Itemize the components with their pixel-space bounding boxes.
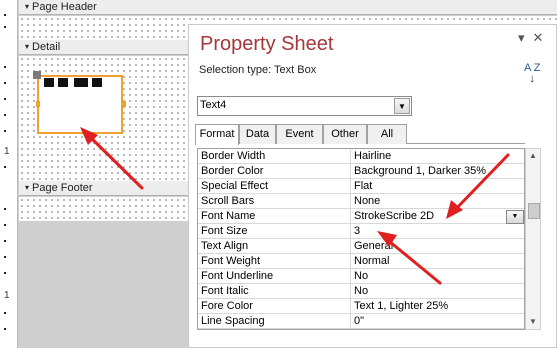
property-value[interactable]: 3 — [354, 225, 524, 237]
property-value[interactable]: Text 1, Lighter 25% — [354, 300, 524, 312]
property-name: Special Effect — [201, 180, 269, 192]
property-row[interactable]: Line Spacing 0" — [198, 314, 524, 329]
property-value[interactable]: Background 1, Darker 35% — [354, 165, 524, 177]
page-header-band[interactable]: ▾ Page Header — [19, 0, 557, 15]
property-name: Font Name — [201, 210, 256, 222]
ruler-tick — [4, 130, 6, 132]
property-grid-scrollbar[interactable]: ▲ ▼ — [525, 148, 541, 330]
property-value[interactable]: Normal — [354, 255, 524, 267]
ruler-tick — [4, 312, 6, 314]
ruler-tick — [4, 166, 6, 168]
property-row[interactable]: Font Underline No — [198, 269, 524, 284]
property-value[interactable]: 0" — [354, 315, 524, 327]
ruler-tick — [4, 98, 6, 100]
band-chevron-icon: ▾ — [25, 183, 30, 192]
band-chevron-icon: ▾ — [25, 2, 30, 11]
property-value[interactable]: Flat — [354, 180, 524, 192]
property-row[interactable]: Font Weight Normal — [198, 254, 524, 269]
property-value[interactable]: Hairline — [354, 150, 524, 162]
ruler-tick — [4, 240, 6, 242]
property-name: Line Spacing — [201, 315, 265, 327]
property-name: Font Weight — [201, 255, 261, 267]
ruler-tick — [4, 272, 6, 274]
tab-event[interactable]: Event — [276, 124, 323, 144]
scroll-up-icon[interactable]: ▲ — [526, 149, 540, 163]
sort-az-icon[interactable]: A Z ↓ — [524, 63, 541, 85]
property-row[interactable]: Text Align General — [198, 239, 524, 254]
ruler-tick — [4, 224, 6, 226]
ruler-tick — [4, 328, 6, 330]
sort-arrow-icon: ↓ — [529, 71, 536, 85]
chevron-down-icon[interactable]: ▼ — [394, 98, 410, 114]
ruler-number: 1 — [4, 290, 10, 301]
property-name: Font Underline — [201, 270, 274, 282]
close-icon[interactable]: ✕ — [533, 30, 544, 45]
barcode-preview — [44, 78, 102, 87]
resize-handle[interactable] — [36, 101, 40, 107]
scroll-thumb[interactable] — [528, 203, 540, 219]
property-sheet-title: Property Sheet — [200, 33, 334, 55]
detail-label: Detail — [32, 41, 61, 53]
property-value[interactable]: No — [354, 285, 524, 297]
chevron-down-icon[interactable]: ▾ — [518, 30, 525, 45]
property-row-font-name[interactable]: Font Name StrokeScribe 2D ▼ — [198, 209, 524, 224]
resize-handle[interactable] — [121, 101, 126, 107]
property-row[interactable]: Font Italic No — [198, 284, 524, 299]
ruler-tick — [4, 208, 6, 210]
property-name: Font Italic — [201, 285, 249, 297]
ruler-tick — [4, 14, 6, 16]
selection-type-label: Selection type: Text Box — [199, 64, 317, 76]
control-selector[interactable] — [197, 96, 412, 116]
move-handle[interactable] — [33, 71, 41, 79]
ruler-tick — [4, 82, 6, 84]
property-name: Text Align — [201, 240, 249, 252]
property-value[interactable]: General — [354, 240, 524, 252]
control-selector-value: Text4 — [200, 99, 227, 111]
property-row[interactable]: Scroll Bars None — [198, 194, 524, 209]
property-row[interactable]: Border Width Hairline — [198, 149, 524, 164]
tab-data[interactable]: Data — [239, 124, 276, 144]
band-chevron-icon: ▾ — [25, 42, 30, 51]
chevron-down-icon[interactable]: ▼ — [506, 210, 524, 224]
property-name: Fore Color — [201, 300, 253, 312]
ruler-number: 1 — [4, 146, 10, 157]
ruler-tick — [4, 66, 6, 68]
pane-controls: ▾ ✕ — [510, 30, 543, 46]
ruler-tick — [4, 26, 6, 28]
property-name: Font Size — [201, 225, 248, 237]
property-row[interactable]: Fore Color Text 1, Lighter 25% — [198, 299, 524, 314]
ruler-tick — [4, 256, 6, 258]
ruler-tick — [4, 114, 6, 116]
vertical-ruler: 1 1 — [0, 0, 18, 348]
property-name: Border Width — [201, 150, 266, 162]
property-row-font-size[interactable]: Font Size 3 — [198, 224, 524, 239]
property-value[interactable]: No — [354, 270, 524, 282]
property-name: Scroll Bars — [201, 195, 255, 207]
property-name: Border Color — [201, 165, 264, 177]
tab-other[interactable]: Other — [323, 124, 367, 144]
property-grid: Border Width Hairline Border Color Backg… — [197, 148, 525, 330]
scroll-down-icon[interactable]: ▼ — [526, 315, 540, 329]
page-footer-label: Page Footer — [32, 182, 93, 194]
tab-all[interactable]: All — [367, 124, 407, 144]
property-value[interactable]: None — [354, 195, 524, 207]
property-row[interactable]: Special Effect Flat — [198, 179, 524, 194]
page-header-label: Page Header — [32, 1, 97, 13]
property-value[interactable]: StrokeScribe 2D — [354, 210, 524, 222]
property-row[interactable]: Border Color Background 1, Darker 35% — [198, 164, 524, 179]
tab-format[interactable]: Format — [195, 124, 239, 145]
